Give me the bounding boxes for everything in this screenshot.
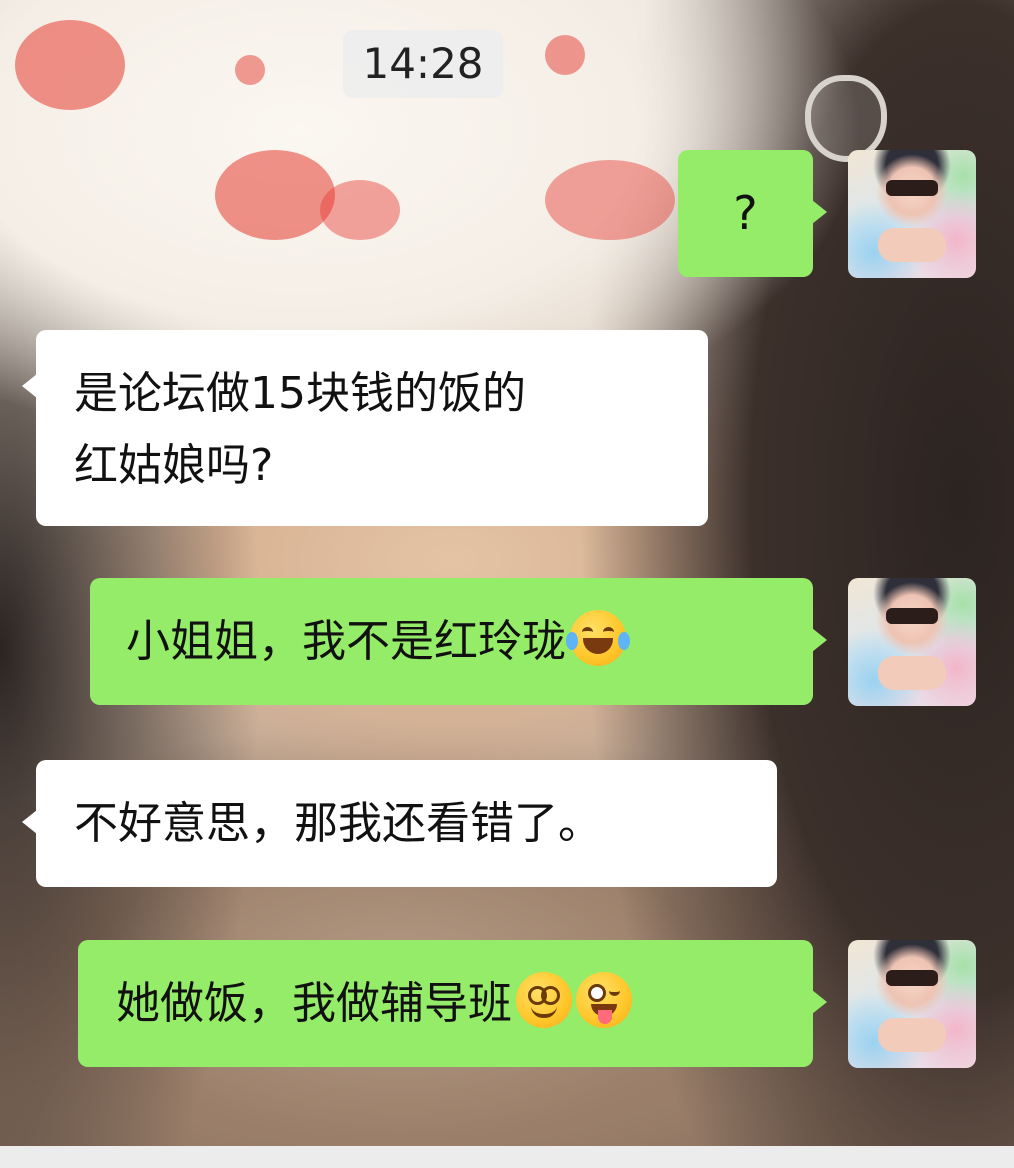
their-message-bubble[interactable]: 是论坛做15块钱的饭的 红姑娘吗? bbox=[22, 330, 708, 526]
mask-print-pattern bbox=[320, 180, 400, 240]
message-text: 不好意思，那我还看错了。 bbox=[74, 798, 602, 849]
dizzy-face-icon bbox=[516, 972, 572, 1028]
my-avatar[interactable] bbox=[848, 150, 976, 278]
mask-print-pattern bbox=[235, 55, 265, 85]
message-text-line-1: 是论坛做15块钱的饭的 bbox=[74, 368, 526, 419]
avatar-glasses bbox=[886, 180, 938, 196]
my-message-bubble[interactable]: 小姐姐，我不是红玲珑 bbox=[90, 578, 827, 705]
tears-of-joy-icon bbox=[566, 610, 630, 666]
heart-earring bbox=[805, 75, 887, 162]
my-message-bubble[interactable]: ? bbox=[678, 150, 827, 277]
my-avatar[interactable] bbox=[848, 940, 976, 1068]
mask-print-pattern bbox=[545, 35, 585, 75]
avatar-glasses bbox=[886, 608, 938, 624]
avatar-hands bbox=[878, 1018, 946, 1052]
mask-print-pattern bbox=[215, 150, 335, 240]
my-avatar[interactable] bbox=[848, 578, 976, 706]
mask-print-pattern bbox=[15, 20, 125, 110]
message-text: 她做饭，我做辅导班 bbox=[116, 978, 512, 1029]
message-text: 小姐姐，我不是红玲珑 bbox=[126, 616, 566, 667]
message-text: ? bbox=[733, 186, 758, 240]
winking-tongue-icon bbox=[576, 972, 632, 1028]
avatar-hands bbox=[878, 228, 946, 262]
mask-print-pattern bbox=[545, 160, 675, 240]
their-message-bubble[interactable]: 不好意思，那我还看错了。 bbox=[22, 760, 777, 887]
avatar-glasses bbox=[886, 970, 938, 986]
my-message-bubble[interactable]: 她做饭，我做辅导班 bbox=[78, 940, 827, 1067]
message-text-line-2: 红姑娘吗? bbox=[74, 440, 274, 491]
avatar-hands bbox=[878, 656, 946, 690]
bottom-edge-bar bbox=[0, 1146, 1014, 1168]
message-timestamp: 14:28 bbox=[343, 30, 503, 98]
